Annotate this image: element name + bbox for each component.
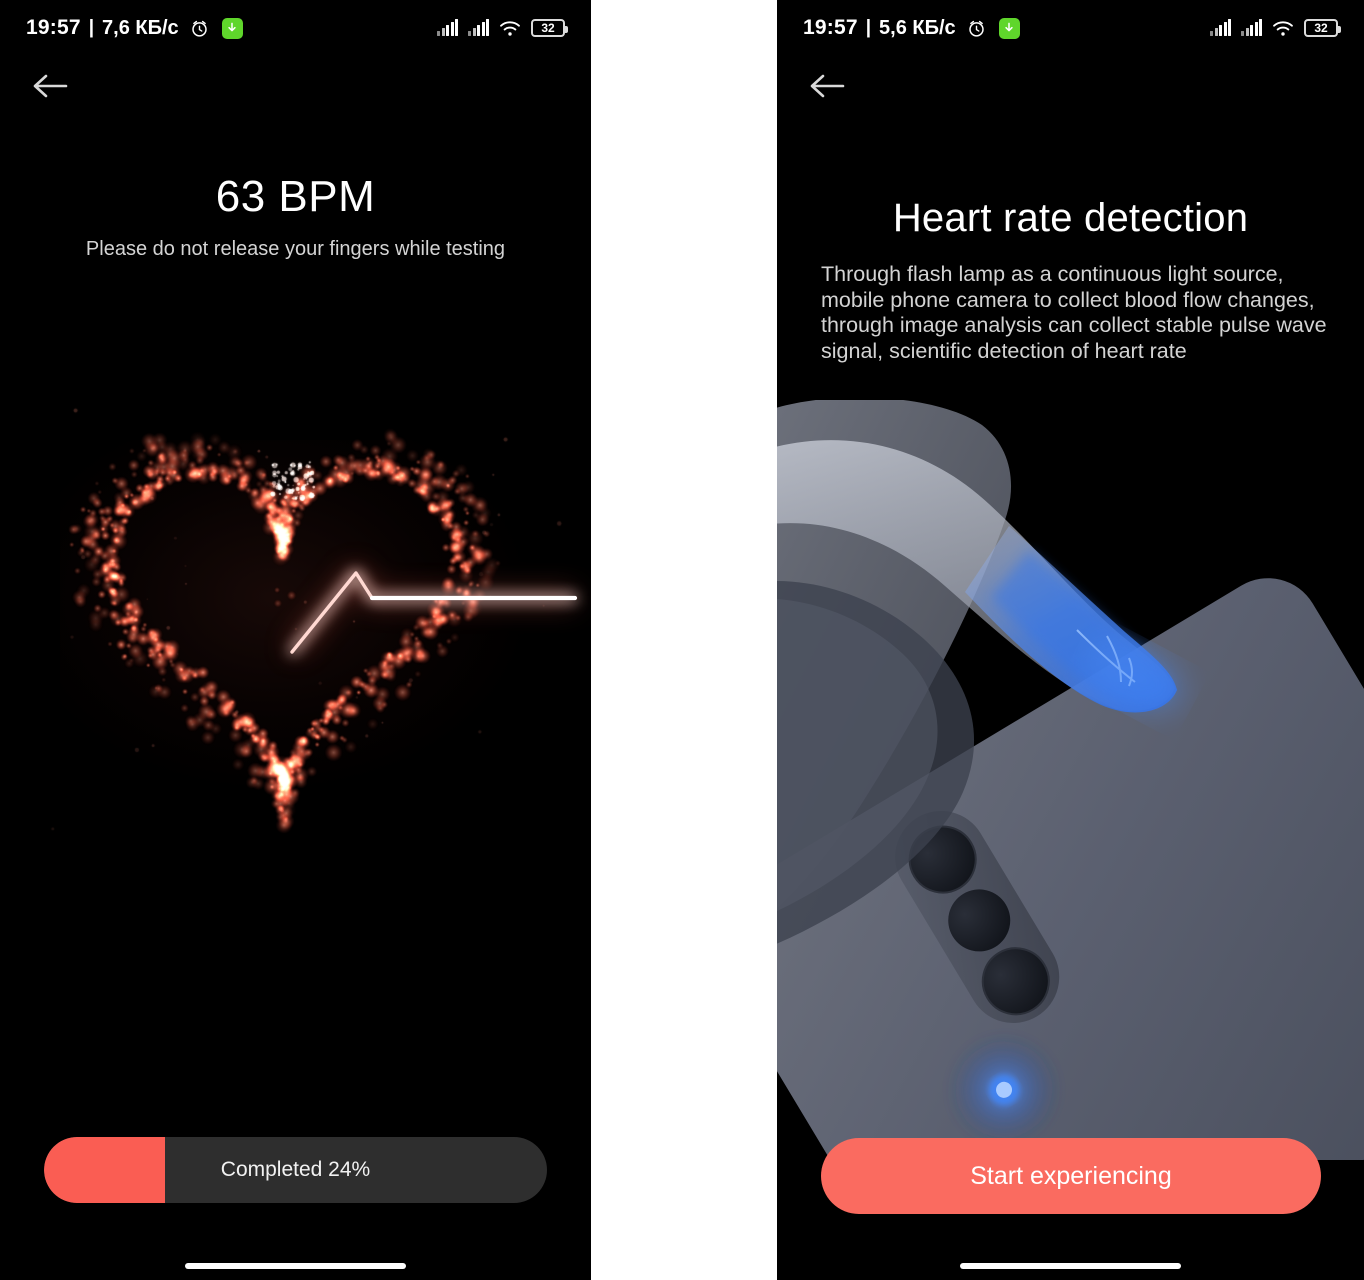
left-phone-screen: 19:57 | 7,6 КБ/с 32 63 BPM Please do not…: [0, 0, 591, 1280]
right-phone-screen: 19:57 | 5,6 КБ/с 32 Heart rate detection…: [777, 0, 1364, 1280]
cellular-signal-icon: [437, 19, 458, 36]
wifi-icon: [500, 20, 520, 36]
status-bar-left-group: 19:57 | 5,6 КБ/с: [803, 16, 1020, 40]
illustration-svg: [777, 400, 1364, 1160]
status-network-speed: 7,6 КБ/с: [102, 16, 179, 39]
battery-level-label: 32: [1314, 21, 1328, 35]
right-status-bar: 19:57 | 5,6 КБ/с 32: [777, 0, 1364, 56]
back-button[interactable]: [803, 62, 851, 110]
page-title: Heart rate detection: [892, 196, 1249, 240]
alarm-clock-icon: [191, 20, 207, 37]
status-separator: |: [865, 17, 872, 38]
status-time: 19:57: [803, 16, 858, 39]
cellular-signal-icon: [1210, 19, 1231, 36]
left-status-bar: 19:57 | 7,6 КБ/с 32: [0, 0, 591, 56]
screenshot-stage: 19:57 | 7,6 КБ/с 32 63 BPM Please do not…: [0, 0, 1364, 1280]
download-badge-icon: [998, 17, 1020, 39]
status-separator: |: [88, 17, 95, 38]
alarm-clock-icon: [968, 20, 984, 37]
cellular-signal-icon: [468, 19, 489, 36]
particle-heart-illustration: [0, 400, 591, 840]
download-badge-icon: [221, 17, 243, 39]
back-arrow-icon: [810, 74, 845, 98]
back-arrow-icon: [33, 74, 68, 98]
bpm-value: 63 BPM: [215, 172, 376, 221]
battery-level-label: 32: [541, 21, 555, 35]
battery-icon: 32: [1304, 19, 1341, 37]
hand-phone-illustration: [777, 400, 1364, 1160]
battery-icon: 32: [531, 19, 568, 37]
wifi-icon: [1273, 20, 1293, 36]
home-indicator-bar[interactable]: [185, 1263, 406, 1269]
ecg-pulse-line: [288, 565, 578, 655]
status-bar-right-group: 32: [437, 19, 568, 37]
status-network-speed: 5,6 КБ/с: [879, 16, 956, 39]
status-bar-right-group: 32: [1210, 19, 1341, 37]
progress-bar[interactable]: Completed 24%: [44, 1137, 547, 1203]
page-description: Through flash lamp as a continuous light…: [821, 262, 1327, 363]
start-experiencing-button[interactable]: Start experiencing: [821, 1138, 1321, 1214]
cellular-signal-icon: [1241, 19, 1262, 36]
status-bar-left-group: 19:57 | 7,6 КБ/с: [26, 16, 243, 40]
status-time: 19:57: [26, 16, 81, 39]
bpm-hint-text: Please do not release your fingers while…: [85, 238, 506, 260]
home-indicator-bar[interactable]: [960, 1263, 1181, 1269]
progress-label: Completed 24%: [220, 1158, 371, 1181]
back-button[interactable]: [26, 62, 74, 110]
